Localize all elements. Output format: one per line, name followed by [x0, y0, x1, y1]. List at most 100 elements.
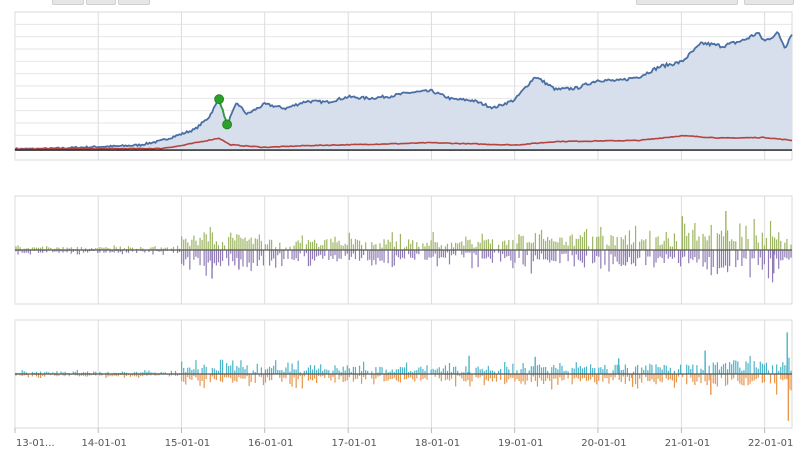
flow-bar-negative: [315, 374, 318, 384]
flow-bar-negative: [724, 374, 727, 386]
flow-bar-negative: [518, 374, 520, 382]
flow-bar-positive: [614, 364, 616, 374]
flow-bar-positive: [555, 367, 557, 374]
flow-bar-positive: [197, 369, 199, 374]
flow-bar-positive: [694, 223, 696, 250]
flow-bar-negative: [561, 374, 563, 381]
flow-bar-positive: [358, 365, 361, 374]
flow-bar-negative: [232, 374, 234, 383]
flow-bar-negative: [749, 374, 751, 384]
flow-bar-positive: [230, 365, 232, 374]
flow-bar-negative: [228, 250, 230, 266]
flow-bar-positive: [434, 242, 436, 250]
flow-bar-negative: [542, 250, 545, 260]
flow-bar-positive: [260, 367, 262, 374]
flow-bar-positive: [575, 362, 577, 374]
flow-bar-negative: [698, 250, 700, 260]
flow-bar-positive: [594, 368, 596, 374]
flow-bar-positive: [271, 239, 273, 250]
flow-bar-positive: [657, 367, 659, 374]
flow-bar-negative: [320, 250, 322, 255]
flow-bar-negative: [600, 250, 602, 269]
flow-bar-negative: [669, 250, 671, 257]
flow-bar-positive: [761, 232, 763, 250]
flow-bar-positive: [528, 242, 530, 250]
flow-bar-negative: [743, 250, 745, 258]
flow-bar-negative: [786, 250, 788, 259]
flow-bar-positive: [765, 237, 768, 250]
flow-bar-negative: [207, 250, 209, 263]
flow-bar-negative: [367, 250, 369, 261]
flow-bar-positive: [714, 364, 716, 374]
flow-bar-negative: [694, 374, 696, 386]
flow-bar-negative: [356, 374, 359, 379]
flow-bar-negative: [234, 374, 236, 381]
flow-bar-negative: [313, 250, 316, 261]
flow-bar-positive: [385, 244, 387, 250]
flow-bar-negative: [215, 250, 218, 266]
flow-bar-negative: [258, 250, 260, 261]
flow-bar-positive: [589, 364, 592, 374]
flow-bar-negative: [307, 374, 310, 381]
flow-bar-positive: [240, 237, 242, 250]
flow-bar-negative: [639, 374, 641, 379]
x-tick-label: 21-01-01: [665, 438, 710, 449]
flow-bar-positive: [620, 237, 622, 250]
flow-bar-negative: [422, 374, 424, 380]
flow-bar-positive: [526, 242, 528, 250]
flow-bar-negative: [281, 374, 283, 382]
flow-bar-positive: [741, 236, 743, 250]
flow-bar-positive: [716, 362, 718, 374]
flow-bar-positive: [661, 244, 663, 250]
flow-bar-positive: [307, 367, 310, 374]
flow-bar-positive: [371, 242, 373, 250]
flow-bar-negative: [203, 374, 205, 389]
flow-bar-positive: [571, 234, 573, 250]
flow-bar-positive: [690, 368, 692, 374]
flow-bar-negative: [232, 250, 234, 262]
flow-bar-negative: [281, 250, 283, 267]
flow-bar-positive: [477, 241, 479, 250]
flow-bar-positive: [512, 363, 514, 374]
flow-bar-negative: [686, 374, 688, 385]
flow-bar-positive: [455, 242, 457, 250]
flow-bar-positive: [692, 364, 694, 374]
flow-bar-positive: [279, 242, 281, 250]
flow-bar-positive: [624, 235, 626, 250]
flow-bar-negative: [461, 374, 463, 379]
flow-bar-positive: [696, 240, 698, 250]
flow-bar-negative: [252, 250, 254, 263]
flow-bar-positive: [726, 369, 729, 374]
flow-bar-negative: [504, 250, 506, 259]
flow-bar-negative: [639, 250, 641, 258]
flow-bar-negative: [575, 250, 577, 255]
flow-bar-positive: [469, 239, 471, 250]
flow-bar-negative: [761, 374, 763, 383]
flow-bar-negative: [338, 250, 340, 259]
flow-bar-positive: [418, 367, 420, 374]
flow-bar-negative: [260, 250, 262, 256]
flow-bar-positive: [536, 365, 539, 374]
flow-bar-negative: [485, 374, 487, 380]
flow-bar-positive: [203, 364, 205, 374]
flow-bar-positive: [516, 243, 518, 250]
flow-bar-negative: [268, 250, 271, 266]
flow-bar-negative: [581, 250, 584, 263]
flow-bar-negative: [684, 250, 686, 257]
flow-bar-positive: [737, 361, 739, 374]
flow-bar-positive: [428, 245, 430, 250]
flow-bar-negative: [395, 374, 397, 381]
flow-bar-positive: [755, 367, 757, 374]
flow-bar-negative: [438, 374, 440, 379]
flow-bar-positive: [457, 243, 459, 250]
flow-spike: [704, 350, 706, 374]
flow-bar-negative: [309, 374, 312, 380]
flow-bar-positive: [348, 232, 350, 250]
flow-bar-negative: [500, 374, 502, 380]
flow-bar-positive: [624, 364, 626, 374]
flow-bar-positive: [784, 365, 786, 374]
flow-bar-positive: [663, 364, 665, 374]
flow-bar-negative: [369, 250, 371, 260]
flow-bar-negative: [401, 250, 404, 258]
flow-bar-positive: [722, 364, 725, 374]
